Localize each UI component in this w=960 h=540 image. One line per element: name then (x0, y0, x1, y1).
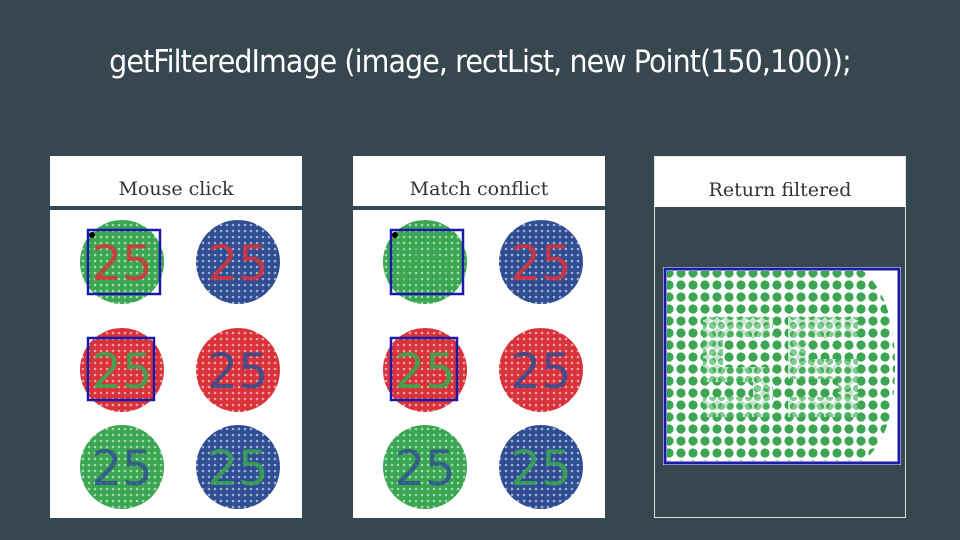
plate-number: 25 (394, 441, 455, 497)
panel-label: Match conflict (409, 178, 549, 200)
plate-number: 25 (510, 236, 571, 292)
plate-number: 25 (394, 344, 455, 400)
panel-label: Mouse click (118, 178, 234, 200)
plate-grid: 25 25 25 25 25 25 (383, 220, 583, 509)
plate-number: 25 (394, 236, 455, 292)
panel-match-conflict: Match conflict 25 25 25 25 25 25 (353, 156, 605, 518)
click-point (392, 232, 398, 238)
panel-return-filtered: Return filtered (654, 156, 906, 518)
panel-mouse-click: Mouse click 25 25 25 25 25 25 (50, 156, 302, 518)
code-title: getFilteredImage (image, rectList, new P… (109, 44, 852, 80)
click-point (89, 232, 95, 238)
plate-number: 25 (510, 441, 571, 497)
plate-number: 25 (207, 441, 268, 497)
filtered-result (663, 267, 901, 465)
panel-label: Return filtered (655, 157, 905, 207)
plate-number: 25 (91, 441, 152, 497)
plate-number: 25 (91, 344, 152, 400)
result-dots (667, 271, 895, 461)
plate-number: 25 (91, 236, 152, 292)
plate-number: 25 (510, 344, 571, 400)
plate-grid: 25 25 25 25 25 25 (80, 220, 280, 509)
plate-number: 25 (207, 344, 268, 400)
result-hidden-digit (788, 317, 858, 417)
result-hidden-digit (703, 317, 773, 417)
plate-number: 25 (207, 236, 268, 292)
